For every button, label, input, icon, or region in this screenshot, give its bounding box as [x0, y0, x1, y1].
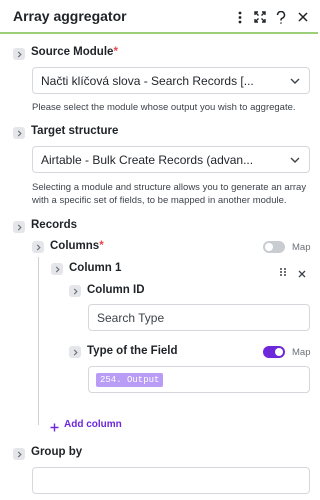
chevron-right-icon — [17, 129, 22, 137]
target-structure-expand-toggle[interactable] — [13, 127, 25, 139]
group-by-expand-toggle[interactable] — [13, 448, 25, 460]
chevron-right-icon — [17, 223, 22, 231]
add-column-button[interactable]: Add column — [64, 419, 122, 430]
source-module-select[interactable]: Načti klíčová slova - Search Records [..… — [32, 67, 310, 94]
field-type-expand-toggle[interactable] — [69, 346, 81, 358]
chevron-right-icon — [55, 265, 60, 273]
panel-title: Array aggregator — [13, 8, 127, 24]
column-id-input[interactable]: Search Type — [88, 304, 310, 331]
field-type-map-toggle[interactable] — [263, 346, 285, 358]
group-by-label: Group by — [31, 446, 83, 458]
panel-header: Array aggregator — [0, 0, 318, 34]
required-mark: * — [99, 240, 104, 252]
columns-map-label: Map — [292, 242, 311, 253]
target-structure-help: Selecting a module and structure allows … — [32, 182, 307, 206]
chevron-down-icon — [290, 78, 300, 84]
source-module-label: Source Module* — [31, 46, 118, 58]
column-id-label: Column ID — [87, 284, 145, 296]
fullscreen-icon[interactable] — [252, 9, 268, 25]
toggle-knob — [265, 243, 273, 251]
help-icon[interactable] — [273, 9, 289, 25]
column-id-value: Search Type — [97, 311, 165, 325]
target-structure-select[interactable]: Airtable - Bulk Create Records (advan... — [32, 146, 310, 173]
mapped-value-pill[interactable]: 254. Output — [96, 373, 164, 387]
source-module-value: Načti klíčová slova - Search Records [..… — [41, 74, 254, 88]
field-type-map-label: Map — [292, 347, 311, 358]
plus-icon[interactable] — [50, 419, 60, 432]
chevron-down-icon — [290, 157, 300, 163]
column-1-label: Column 1 — [69, 262, 122, 274]
chevron-right-icon — [17, 450, 22, 458]
column-1-expand-toggle[interactable] — [51, 263, 63, 275]
more-vertical-icon[interactable] — [232, 9, 248, 25]
target-structure-value: Airtable - Bulk Create Records (advan... — [41, 153, 254, 167]
columns-map-toggle[interactable] — [263, 241, 285, 253]
chevron-right-icon — [36, 243, 41, 251]
chevron-right-icon — [73, 348, 78, 356]
field-type-mapped-input[interactable]: 254. Output — [88, 366, 310, 393]
column-id-expand-toggle[interactable] — [69, 285, 81, 297]
columns-expand-toggle[interactable] — [32, 241, 44, 253]
records-label: Records — [31, 219, 78, 231]
group-by-input[interactable] — [32, 467, 310, 494]
drag-handle-icon[interactable] — [279, 264, 287, 276]
chevron-right-icon — [73, 287, 78, 295]
source-module-help: Please select the module whose output yo… — [32, 102, 296, 113]
remove-column-icon[interactable] — [298, 265, 306, 278]
tree-guide-line — [38, 257, 39, 425]
required-mark: * — [113, 46, 118, 58]
close-icon[interactable] — [295, 9, 311, 25]
toggle-knob — [275, 348, 283, 356]
field-type-label: Type of the Field — [87, 345, 178, 357]
chevron-right-icon — [17, 50, 22, 58]
source-module-expand-toggle[interactable] — [13, 48, 25, 60]
columns-label: Columns* — [50, 240, 104, 252]
records-expand-toggle[interactable] — [13, 221, 25, 233]
target-structure-label: Target structure — [31, 125, 119, 137]
